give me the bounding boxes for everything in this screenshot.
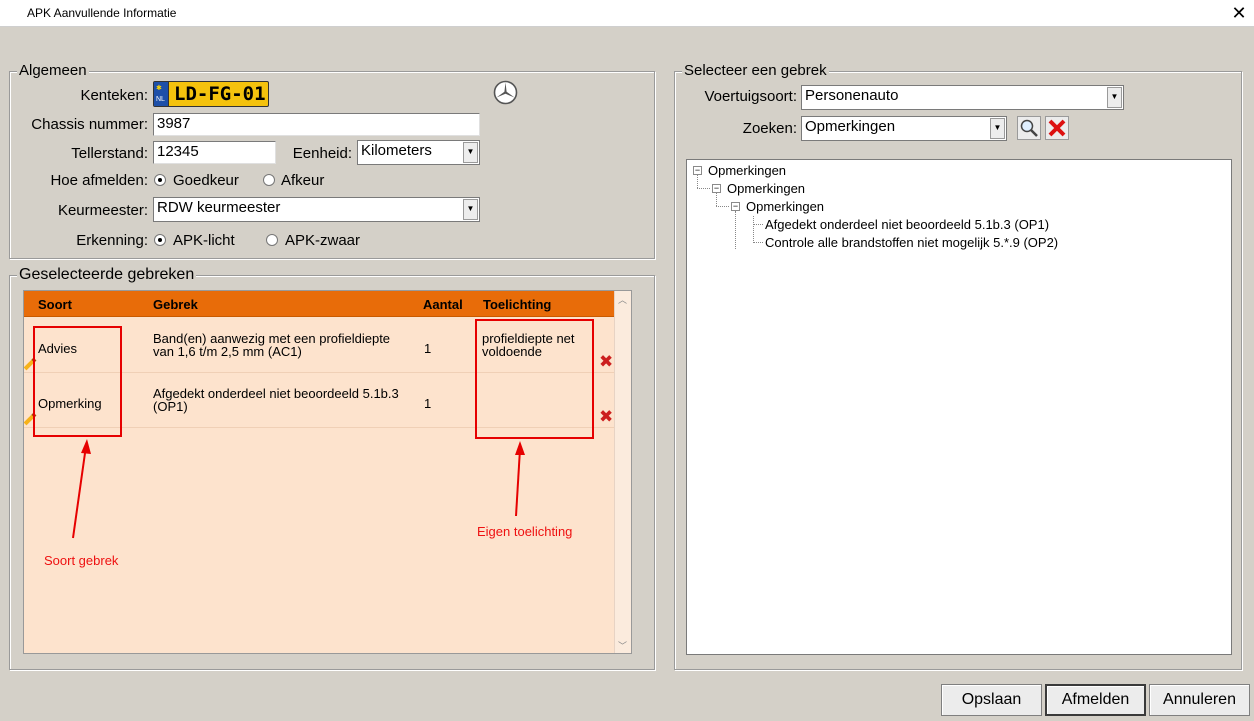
tree-collapse-icon[interactable]: − xyxy=(712,184,721,193)
afmelden-button[interactable]: Afmelden xyxy=(1045,684,1146,716)
tree-connector xyxy=(716,206,729,207)
tree-collapse-icon[interactable]: − xyxy=(731,202,740,211)
chevron-down-icon[interactable]: ▼ xyxy=(990,118,1005,139)
selecteer-legend: Selecteer een gebrek xyxy=(682,62,829,79)
annotation-label-soort: Soort gebrek xyxy=(44,553,119,568)
annotation-arrowhead-soort xyxy=(81,439,91,454)
tree-connector xyxy=(697,188,710,189)
annotation-arrowhead-toelichting xyxy=(515,441,525,455)
tree-node[interactable]: Opmerkingen xyxy=(708,163,786,178)
annotation-arrow-soort xyxy=(72,445,87,539)
voertuigsoort-select[interactable]: Personenauto ▼ xyxy=(801,85,1124,110)
voertuigsoort-label: Voertuigsoort: xyxy=(704,88,797,105)
zoeken-select[interactable]: Opmerkingen ▼ xyxy=(801,116,1007,141)
zoeken-value: Opmerkingen xyxy=(805,118,896,135)
annotation-arrow-toelichting xyxy=(515,448,521,517)
tree-connector xyxy=(753,216,754,243)
search-icon[interactable] xyxy=(1017,116,1041,140)
tree-leaf[interactable]: Afgedekt onderdeel niet beoordeeld 5.1b.… xyxy=(765,217,1049,232)
tree-connector xyxy=(735,211,736,249)
tree-connector xyxy=(753,242,763,243)
tree-connector xyxy=(697,175,698,188)
clear-search-icon[interactable] xyxy=(1045,116,1069,140)
tree-connector xyxy=(753,224,763,225)
annotation-label-toelichting: Eigen toelichting xyxy=(477,524,573,539)
tree-connector xyxy=(716,193,717,206)
chevron-down-icon[interactable]: ▼ xyxy=(1107,87,1122,108)
zoeken-label: Zoeken: xyxy=(742,120,797,137)
tree-node[interactable]: Opmerkingen xyxy=(746,199,824,214)
tree-node[interactable]: Opmerkingen xyxy=(727,181,805,196)
gebreken-tree[interactable]: − Opmerkingen − Opmerkingen − Opmerkinge… xyxy=(686,159,1232,655)
tree-leaf[interactable]: Controle alle brandstoffen niet mogelijk… xyxy=(765,235,1058,250)
tree-collapse-icon[interactable]: − xyxy=(693,166,702,175)
voertuigsoort-value: Personenauto xyxy=(805,87,899,104)
save-button[interactable]: Opslaan xyxy=(941,684,1042,716)
cancel-button[interactable]: Annuleren xyxy=(1149,684,1250,716)
